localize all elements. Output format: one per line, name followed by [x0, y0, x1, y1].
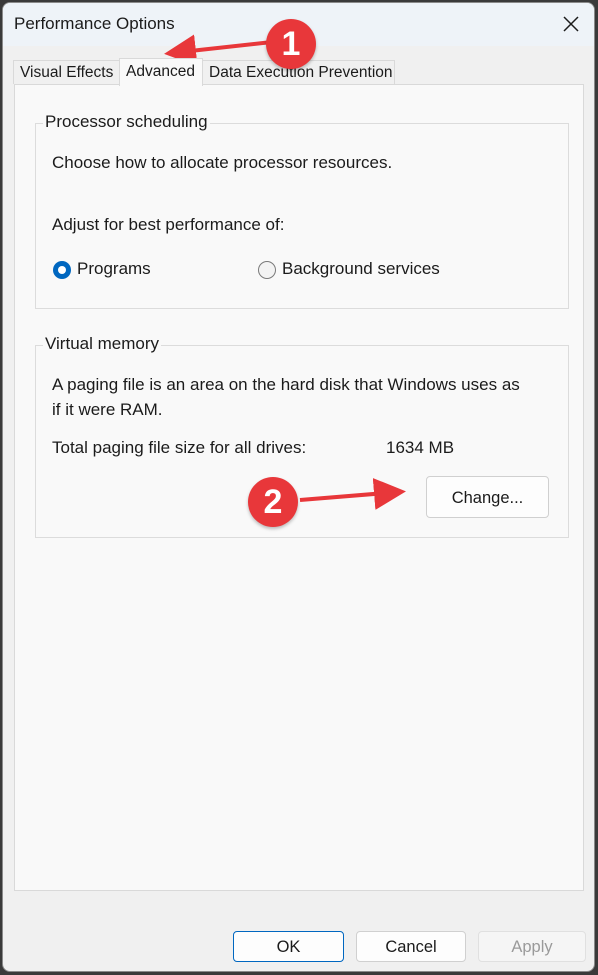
annotation-badge-2: 2 [248, 477, 298, 527]
processor-scheduling-group: Processor scheduling Choose how to alloc… [35, 112, 569, 309]
virtual-memory-description-line1: A paging file is an area on the hard dis… [52, 375, 520, 394]
annotation-badge-1: 1 [266, 19, 316, 69]
background-services-radio-label[interactable]: Background services [282, 259, 440, 279]
tab-advanced[interactable]: Advanced [119, 58, 203, 86]
change-button[interactable]: Change... [426, 476, 549, 518]
advanced-tab-panel: Processor scheduling Choose how to alloc… [14, 84, 584, 891]
programs-radio[interactable] [53, 261, 71, 279]
processor-scheduling-legend: Processor scheduling [43, 112, 210, 132]
performance-options-dialog: Performance Options Visual Effects Advan… [2, 2, 595, 972]
adjust-performance-label: Adjust for best performance of: [52, 215, 285, 234]
close-icon[interactable] [560, 13, 582, 35]
virtual-memory-description-line2: if it were RAM. [52, 400, 163, 419]
apply-button[interactable]: Apply [478, 931, 586, 962]
total-paging-size-value: 1634 MB [386, 438, 455, 457]
window-title: Performance Options [14, 14, 175, 33]
total-paging-size-label: Total paging file size for all drives: [52, 438, 307, 457]
background-services-radio[interactable] [258, 261, 276, 279]
tab-visual-effects[interactable]: Visual Effects [13, 60, 120, 84]
ok-button[interactable]: OK [233, 931, 344, 962]
cancel-button[interactable]: Cancel [356, 931, 466, 962]
virtual-memory-group: Virtual memory A paging file is an area … [35, 334, 569, 538]
processor-scheduling-description: Choose how to allocate processor resourc… [52, 153, 393, 172]
virtual-memory-legend: Virtual memory [43, 334, 161, 354]
programs-radio-label[interactable]: Programs [77, 259, 151, 279]
